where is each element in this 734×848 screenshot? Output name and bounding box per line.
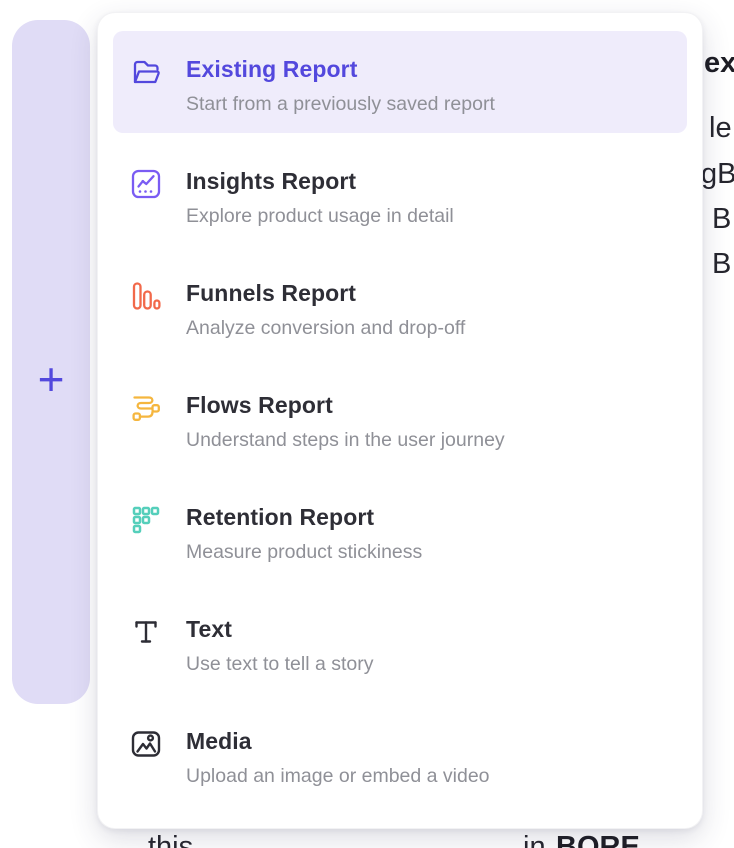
retention-grid-icon (130, 504, 162, 536)
menu-item-insights-report[interactable]: Insights Report Explore product usage in… (113, 143, 687, 245)
menu-item-subtitle: Explore product usage in detail (186, 204, 454, 228)
text-type-icon (130, 616, 162, 648)
menu-item-subtitle: Analyze conversion and drop-off (186, 316, 465, 340)
menu-item-subtitle: Start from a previously saved report (186, 92, 495, 116)
media-image-icon (130, 728, 162, 760)
menu-item-title: Funnels Report (186, 279, 465, 307)
menu-item-title: Insights Report (186, 167, 454, 195)
add-card-menu: Existing Report Start from a previously … (97, 12, 703, 829)
menu-item-text[interactable]: Text Use text to tell a story (113, 591, 687, 693)
menu-item-subtitle: Measure product stickiness (186, 540, 422, 564)
board-add-rail: + (12, 20, 90, 704)
occluded-text-fragment: le (709, 113, 732, 145)
menu-item-title: Retention Report (186, 503, 422, 531)
occluded-text-fragment: ex (704, 48, 734, 80)
menu-item-title: Existing Report (186, 55, 495, 83)
menu-item-title: Flows Report (186, 391, 505, 419)
menu-item-title: Text (186, 615, 374, 643)
screen: ex le gB B B this in BORE + Existing Rep… (0, 0, 734, 848)
menu-item-title: Media (186, 727, 490, 755)
open-folder-icon (130, 56, 162, 88)
occluded-text-fragment: gB (701, 159, 734, 191)
flows-path-icon (130, 392, 162, 424)
occluded-text-fragment: this (148, 832, 193, 848)
occluded-text-fragment: B (712, 204, 731, 236)
occluded-text-fragment: BORE (556, 832, 640, 848)
menu-item-flows-report[interactable]: Flows Report Understand steps in the use… (113, 367, 687, 469)
menu-item-existing-report[interactable]: Existing Report Start from a previously … (113, 31, 687, 133)
menu-item-subtitle: Understand steps in the user journey (186, 428, 505, 452)
funnel-bars-icon (130, 280, 162, 312)
menu-item-funnels-report[interactable]: Funnels Report Analyze conversion and dr… (113, 255, 687, 357)
menu-item-subtitle: Upload an image or embed a video (186, 764, 490, 788)
occluded-text-fragment: B (712, 249, 731, 281)
menu-item-retention-report[interactable]: Retention Report Measure product stickin… (113, 479, 687, 581)
menu-item-media[interactable]: Media Upload an image or embed a video (113, 703, 687, 805)
add-card-button[interactable]: + (12, 356, 90, 402)
occluded-text-fragment: in (523, 832, 546, 848)
insights-chart-icon (130, 168, 162, 200)
menu-item-subtitle: Use text to tell a story (186, 652, 374, 676)
